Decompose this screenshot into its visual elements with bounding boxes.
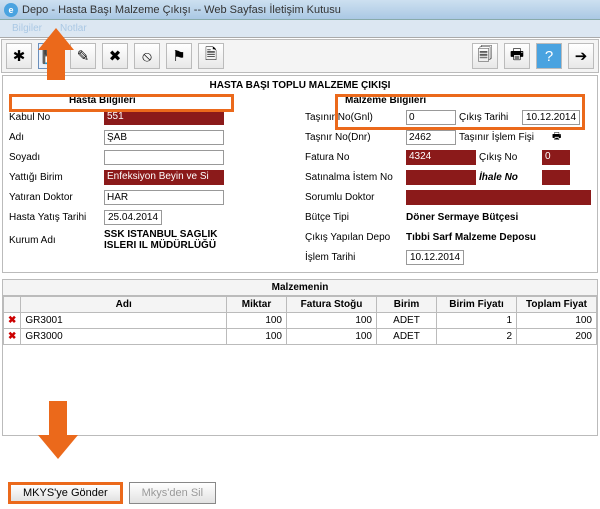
yatis-label: Hasta Yatış Tarihi	[9, 212, 101, 223]
annotation-arrow-save	[38, 28, 74, 80]
depo-label: Çıkış Yapılan Depo	[305, 232, 403, 243]
cell-birim: ADET	[377, 313, 437, 329]
annotation-arrow-send	[38, 401, 78, 459]
sorumlu-label: Sorumlu Doktor	[305, 192, 403, 203]
patient-section: Hasta Bilgileri Kabul No 551 Adı Soyadı …	[9, 95, 295, 266]
depo-value: Tıbbi Sarf Malzeme Deposu	[406, 232, 536, 243]
cell-fiyat: 1	[437, 313, 517, 329]
kabulno-value[interactable]: 551	[104, 110, 224, 125]
section-head-material: Malzeme Bilgileri	[305, 95, 591, 106]
soyadi-label: Soyadı	[9, 152, 101, 163]
gnl-label: Taşınır No(Gnl)	[305, 112, 403, 123]
birim-value[interactable]: Enfeksiyon Beyin ve Si	[104, 170, 224, 185]
cell-toplam: 200	[517, 329, 597, 345]
butce-value: Döner Sermaye Bütçesi	[406, 212, 518, 223]
cikistarih-date[interactable]: 10.12.2014	[522, 110, 580, 125]
items-table: Adı Miktar Fatura Stoğu Birim Birim Fiya…	[3, 296, 597, 345]
new-button[interactable]: ✱	[6, 43, 32, 69]
cikisno-value[interactable]: 0	[542, 150, 570, 165]
window-titlebar: e Depo - Hasta Başı Malzeme Çıkışı -- We…	[0, 0, 600, 20]
dnr-input[interactable]	[406, 130, 456, 145]
delete-button[interactable]: ✖	[102, 43, 128, 69]
material-section: Malzeme Bilgileri Taşınır No(Gnl) Çıkış …	[305, 95, 591, 266]
col-birim: Birim	[377, 297, 437, 313]
islemtarih-date[interactable]: 10.12.2014	[406, 250, 464, 265]
islemtarih-label: İşlem Tarihi	[305, 252, 403, 263]
cell-stogu: 100	[287, 313, 377, 329]
sorumlu-value[interactable]	[406, 190, 591, 205]
col-toplam: Toplam Fiyat	[517, 297, 597, 313]
cell-stogu: 100	[287, 329, 377, 345]
col-fiyat: Birim Fiyatı	[437, 297, 517, 313]
cell-toplam: 100	[517, 313, 597, 329]
adi-input[interactable]	[104, 130, 224, 145]
kabulno-label: Kabul No	[9, 112, 101, 123]
satinalma-label: Satınalma İstem No	[305, 172, 403, 183]
soyadi-input[interactable]	[104, 150, 224, 165]
kurum-value: SSK ISTANBUL SAGLIK ISLERI IL MÜDÜRLÜĞÜ	[104, 229, 244, 251]
yatis-date[interactable]: 25.04.2014	[104, 210, 162, 225]
items-grid: Malzemenin Adı Miktar Fatura Stoğu Birim…	[2, 279, 598, 436]
table-row[interactable]: ✖ GR3001 100 100 ADET 1 100	[4, 313, 597, 329]
print-button[interactable]: 🖶	[504, 43, 530, 69]
forbid-button[interactable]: ⦸	[134, 43, 160, 69]
cell-miktar: 100	[227, 313, 287, 329]
tab-strip: Bilgiler Notlar	[0, 20, 600, 38]
form-title: HASTA BAŞI TOPLU MALZEME ÇIKIŞI	[9, 80, 591, 91]
flag-button[interactable]: ⚑	[166, 43, 192, 69]
ihale-value[interactable]	[542, 170, 570, 185]
butce-label: Bütçe Tipi	[305, 212, 403, 223]
col-stogu: Fatura Stoğu	[287, 297, 377, 313]
satinalma-value[interactable]	[406, 170, 476, 185]
cell-adi: GR3000	[21, 329, 227, 345]
doktor-label: Yatıran Doktor	[9, 192, 101, 203]
toolbar: ✱ 💾 ✎ ✖ ⦸ ⚑ 🗎 🗐 🖶 ? ➔	[1, 39, 599, 73]
col-miktar: Miktar	[227, 297, 287, 313]
birim-label: Yattığı Birim	[9, 172, 101, 183]
grid-title: Malzemenin	[3, 280, 597, 296]
window-title: Depo - Hasta Başı Malzeme Çıkışı -- Web …	[22, 4, 341, 16]
table-row[interactable]: ✖ GR3000 100 100 ADET 2 200	[4, 329, 597, 345]
col-adi: Adı	[21, 297, 227, 313]
mkys-delete-button[interactable]: Mkys'den Sil	[129, 482, 216, 504]
adi-label: Adı	[9, 132, 101, 143]
ie-icon: e	[4, 3, 18, 17]
ihale-label: İhale No	[479, 172, 539, 183]
doktor-input[interactable]	[104, 190, 224, 205]
faturano-value[interactable]: 4324	[406, 150, 476, 165]
cell-miktar: 100	[227, 329, 287, 345]
faturano-label: Fatura No	[305, 152, 403, 163]
gnl-input[interactable]	[406, 110, 456, 125]
exit-button[interactable]: ➔	[568, 43, 594, 69]
kurum-label: Kurum Adı	[9, 235, 101, 246]
doc-button[interactable]: 🗎	[198, 43, 224, 69]
copy-button[interactable]: 🗐	[472, 43, 498, 69]
section-head-patient: Hasta Bilgileri	[9, 95, 295, 106]
row-delete-icon[interactable]: ✖	[4, 329, 21, 345]
islemfisi-label: Taşınır İşlem Fişi	[459, 132, 549, 143]
print-fisi-icon[interactable]: 🖶	[552, 129, 561, 146]
cell-birim: ADET	[377, 329, 437, 345]
cikistarih-label: Çıkış Tarihi	[459, 112, 519, 123]
cikisno-label: Çıkış No	[479, 152, 539, 163]
help-button[interactable]: ?	[536, 43, 562, 69]
cell-fiyat: 2	[437, 329, 517, 345]
form-box: HASTA BAŞI TOPLU MALZEME ÇIKIŞI Hasta Bi…	[2, 75, 598, 273]
bottom-bar: MKYS'ye Gönder Mkys'den Sil	[2, 479, 598, 507]
mkys-send-button[interactable]: MKYS'ye Gönder	[8, 482, 123, 504]
row-delete-icon[interactable]: ✖	[4, 313, 21, 329]
dnr-label: Taşnır No(Dnr)	[305, 132, 403, 143]
cell-adi: GR3001	[21, 313, 227, 329]
